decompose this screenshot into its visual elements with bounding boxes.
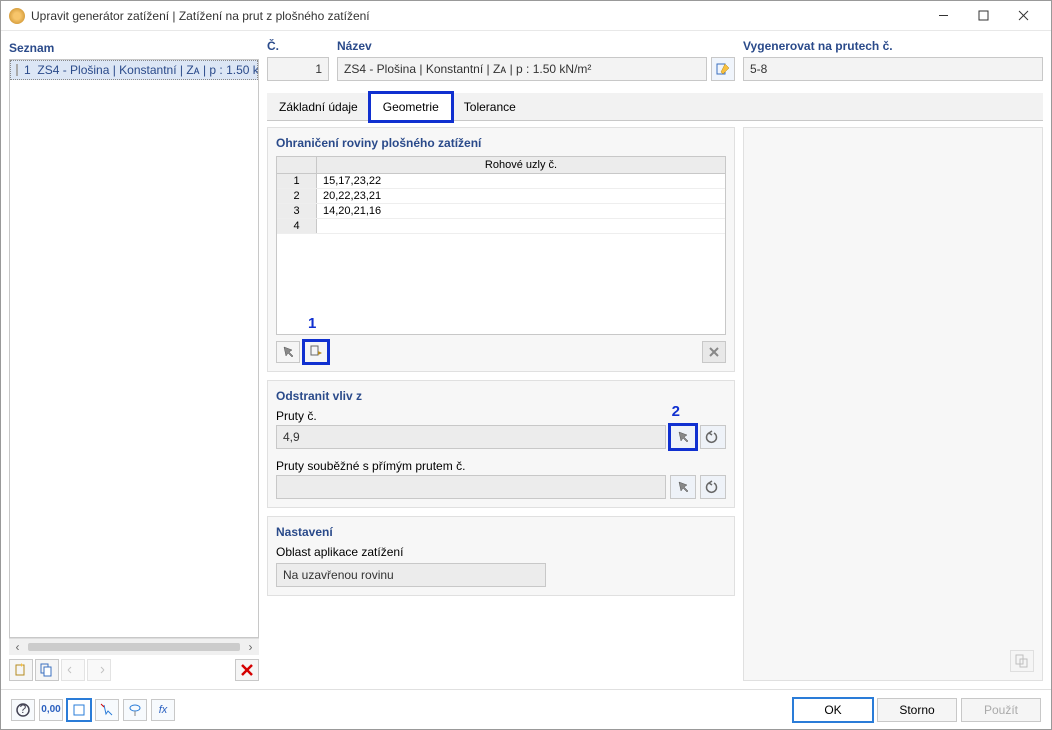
tab-tolerance[interactable]: Tolerance [452,93,528,120]
svg-text:?: ? [20,703,27,716]
table-row[interactable]: 4 [277,219,725,234]
preview-action-button[interactable] [1010,650,1034,672]
generate-on-field[interactable]: 5-8 [743,57,1043,81]
remove-row-button[interactable] [702,341,726,363]
pick-mode-button[interactable] [95,699,119,721]
name-label: Název [337,39,735,57]
table-row[interactable]: 220,22,23,21 [277,189,725,204]
app-icon [9,8,25,24]
list-box[interactable]: 1 ZS4 - Plošina | Konstantní | Zᴀ | p : … [9,59,259,638]
name-edit-button[interactable] [711,57,735,81]
list-title: Seznam [9,39,259,59]
settings-group: Nastavení Oblast aplikace zatížení Na uz… [267,516,735,596]
corner-nodes-grid[interactable]: Rohové uzly č. 115,17,23,22 220,22,23,21… [276,156,726,335]
precision-button[interactable]: 0,00 [39,699,63,721]
area-field[interactable]: Na uzavřenou rovinu [276,563,546,587]
number-field[interactable]: 1 [267,57,329,81]
cancel-button[interactable]: Storno [877,698,957,722]
help-button[interactable]: ? [11,699,35,721]
area-label: Oblast aplikace zatížení [276,545,726,559]
toolbar-button-3 [61,659,85,681]
table-row[interactable]: 115,17,23,22 [277,174,725,189]
minimize-button[interactable] [923,1,963,31]
delete-button[interactable] [235,659,259,681]
pick-members-button[interactable] [670,425,696,449]
from-clipboard-button[interactable] [304,341,328,363]
remove-effect-group: Odstranit vliv z Pruty č. 2 4,9 Pruty so… [267,380,735,508]
maximize-button[interactable] [963,1,1003,31]
generate-on-label: Vygenerovat na prutech č. [743,39,1043,57]
tab-bar: Základní údaje Geometrie Tolerance [267,93,1043,121]
name-field[interactable]: ZS4 - Plošina | Konstantní | Zᴀ | p : 1.… [337,57,707,81]
toolbar-button-4 [87,659,111,681]
members-field[interactable]: 4,9 [276,425,666,449]
function-button[interactable]: fx [151,699,175,721]
parallel-label: Pruty souběžné s přímým prutem č. [276,459,726,473]
apply-button[interactable]: Použít [961,698,1041,722]
graphics-button[interactable] [67,699,91,721]
scroll-left-arrow[interactable]: ‹ [9,639,26,656]
new-item-button[interactable] [9,659,33,681]
pick-nodes-button[interactable] [276,341,300,363]
number-label: Č. [267,39,329,57]
ok-button[interactable]: OK [793,698,873,722]
copy-item-button[interactable] [35,659,59,681]
list-horizontal-scrollbar[interactable]: ‹ › [9,638,259,655]
clear-parallel-button[interactable] [700,475,726,499]
grid-header-nodes: Rohové uzly č. [317,157,725,173]
pick-parallel-button[interactable] [670,475,696,499]
scroll-right-arrow[interactable]: › [242,639,259,656]
list-item[interactable]: 1 ZS4 - Plošina | Konstantní | Zᴀ | p : … [10,60,258,80]
annotation-2: 2 [672,403,680,420]
close-button[interactable] [1003,1,1043,31]
table-row[interactable]: 314,20,21,16 [277,204,725,219]
boundary-title: Ohraničení roviny plošného zatížení [276,136,726,150]
members-label: Pruty č. [276,409,726,423]
clear-members-button[interactable] [700,425,726,449]
settings-title: Nastavení [276,525,726,539]
tab-basic[interactable]: Základní údaje [267,93,370,120]
view-button[interactable] [123,699,147,721]
boundary-group: Ohraničení roviny plošného zatížení Roho… [267,127,735,372]
parallel-field[interactable] [276,475,666,499]
list-item-icon [16,64,18,76]
window-title: Upravit generátor zatížení | Zatížení na… [31,9,923,23]
list-item-number: 1 [24,63,31,77]
scroll-thumb[interactable] [28,643,240,651]
annotation-1: 1 [308,315,316,332]
titlebar: Upravit generátor zatížení | Zatížení na… [1,1,1051,31]
footer: ? 0,00 fx OK Storno Použít [1,689,1051,729]
preview-panel [743,127,1043,681]
list-item-label: ZS4 - Plošina | Konstantní | Zᴀ | p : 1.… [37,63,259,77]
remove-effect-title: Odstranit vliv z [276,389,726,403]
tab-geometry[interactable]: Geometrie [370,93,452,121]
